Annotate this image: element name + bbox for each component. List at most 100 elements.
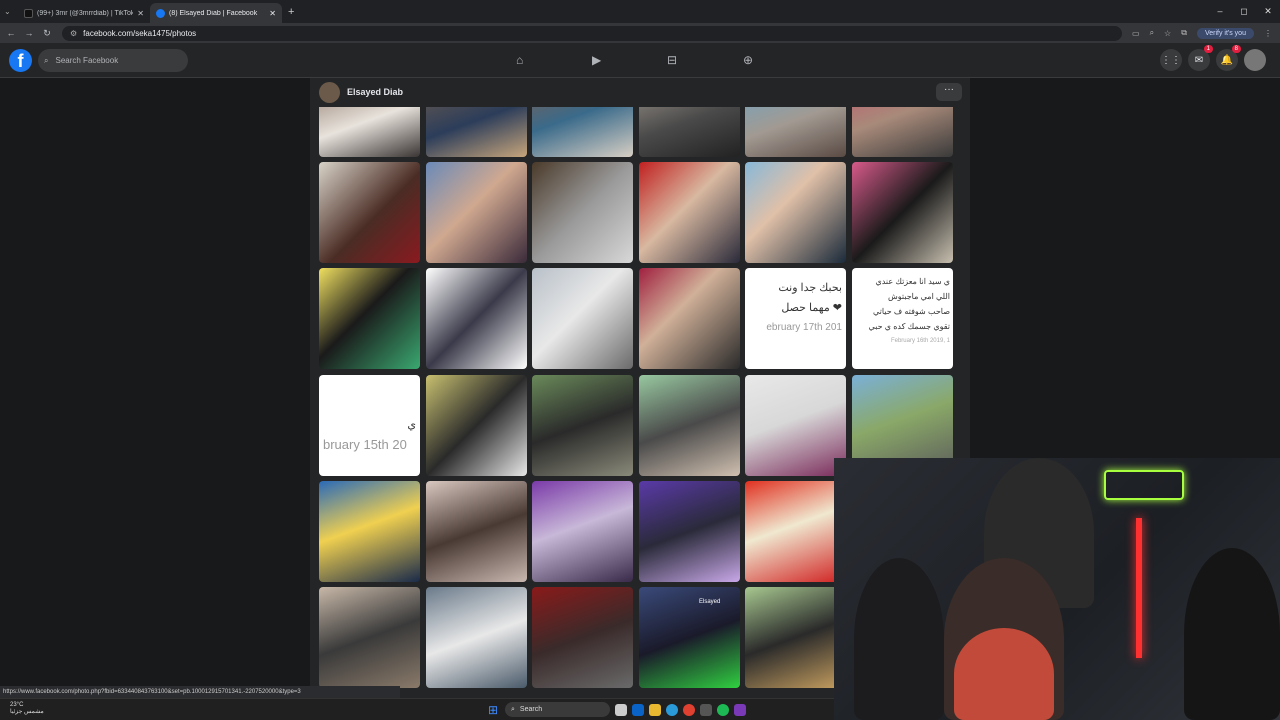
- text-photo[interactable]: ي سيد انا معزتك عندي اللي امي ماجبتوش صا…: [852, 268, 953, 369]
- reload-icon[interactable]: ↻: [40, 28, 54, 39]
- facebook-search[interactable]: ⌕: [38, 49, 188, 72]
- status-bar-url: https://www.facebook.com/photo.php?fbid=…: [0, 686, 400, 698]
- profile-name[interactable]: Elsayed Diab: [347, 87, 403, 97]
- search-icon: ⌕: [511, 705, 515, 713]
- new-tab-button[interactable]: +: [288, 6, 294, 18]
- text-photo-line: تقوي جسمك كده ي حبي: [868, 322, 951, 331]
- extensions-icon[interactable]: ⧉: [1181, 28, 1187, 38]
- profile-avatar[interactable]: [319, 82, 340, 103]
- photo-thumbnail[interactable]: [426, 481, 527, 582]
- photo-thumbnail[interactable]: [745, 162, 846, 263]
- photo-thumbnail[interactable]: [532, 268, 633, 369]
- photo-thumbnail[interactable]: [532, 162, 633, 263]
- zoom-icon[interactable]: ⌕: [1150, 28, 1154, 38]
- windows-start-icon[interactable]: ⊞: [488, 704, 500, 716]
- text-photo-line: ي: [407, 419, 416, 431]
- child-figure: [954, 628, 1054, 720]
- photo-thumbnail[interactable]: [532, 481, 633, 582]
- close-window-icon[interactable]: ✕: [1256, 0, 1280, 23]
- more-options-button[interactable]: ···: [936, 83, 962, 101]
- text-photo-line: اللي امي ماجبتوش: [888, 292, 950, 301]
- photo-thumbnail[interactable]: [639, 375, 740, 476]
- tab-tiktok[interactable]: (99+) 3mr (@3mrrdiab) | TikTok ✕: [18, 3, 150, 23]
- header-actions: ⋮⋮ ✉ 1 🔔 8: [1160, 45, 1266, 71]
- edge-icon[interactable]: [666, 703, 678, 716]
- photo-thumbnail[interactable]: [852, 162, 953, 263]
- marketplace-icon[interactable]: ⊟: [667, 53, 677, 67]
- file-explorer-icon[interactable]: [649, 703, 661, 716]
- text-photo-line: بحبك جدا ونت: [778, 282, 842, 294]
- text-photo-line: ي سيد انا معزتك عندي: [875, 277, 950, 286]
- obs-icon[interactable]: [734, 703, 746, 716]
- photo-thumbnail[interactable]: [319, 107, 420, 157]
- photo-thumbnail[interactable]: [639, 162, 740, 263]
- notifications-icon[interactable]: 🔔 8: [1216, 45, 1241, 71]
- photo-thumbnail[interactable]: [319, 481, 420, 582]
- profile-bar: Elsayed Diab ···: [310, 78, 970, 107]
- photo-thumbnail[interactable]: [426, 375, 527, 476]
- photo-thumbnail[interactable]: [745, 375, 846, 476]
- account-avatar[interactable]: [1244, 49, 1266, 71]
- app-icon[interactable]: [700, 703, 712, 716]
- maximize-icon[interactable]: ◻: [1232, 0, 1256, 23]
- photo-thumbnail[interactable]: [532, 587, 633, 688]
- menu-dots-icon[interactable]: ⋮: [1264, 29, 1272, 38]
- spotify-icon[interactable]: [717, 703, 729, 716]
- text-photo[interactable]: ي bruary 15th 20: [319, 375, 420, 476]
- photo-thumbnail[interactable]: [639, 481, 740, 582]
- webcam-overlay: [834, 458, 1280, 720]
- photo-thumbnail[interactable]: [426, 587, 527, 688]
- close-tab-icon[interactable]: ✕: [269, 9, 276, 18]
- messenger-icon[interactable]: ✉ 1: [1188, 45, 1213, 71]
- photo-thumbnail[interactable]: [745, 107, 846, 157]
- cast-icon[interactable]: ▭: [1132, 29, 1140, 38]
- photo-thumbnail[interactable]: Elsayed: [639, 587, 740, 688]
- bookmark-star-icon[interactable]: ☆: [1164, 29, 1171, 38]
- tab-search-icon[interactable]: ⌄: [4, 7, 18, 16]
- photo-thumbnail[interactable]: [745, 587, 846, 688]
- windows-taskbar: 23°C مشمس جزئيا ⊞ ⌕ Search: [0, 698, 834, 720]
- minimize-icon[interactable]: –: [1208, 0, 1232, 23]
- neon-sign: [1104, 470, 1184, 500]
- photo-thumbnail[interactable]: [532, 375, 633, 476]
- photo-thumbnail[interactable]: [639, 268, 740, 369]
- video-icon[interactable]: ▶: [592, 53, 601, 67]
- photo-thumbnail[interactable]: [426, 107, 527, 157]
- url-text: facebook.com/seka1475/photos: [83, 28, 197, 38]
- taskbar-apps: ⊞ ⌕ Search: [488, 702, 746, 717]
- weather-temp: 23°C: [10, 702, 24, 708]
- photo-thumbnail[interactable]: [852, 107, 953, 157]
- gaming-icon[interactable]: ⊕: [743, 53, 753, 67]
- taskbar-search[interactable]: ⌕ Search: [505, 702, 610, 717]
- photo-thumbnail[interactable]: [319, 162, 420, 263]
- back-icon[interactable]: ←: [4, 28, 18, 38]
- text-photo[interactable]: بحبك جدا ونت مهما حصل ❤ ebruary 17th 201: [745, 268, 846, 369]
- verify-button[interactable]: Verify it's you: [1196, 27, 1254, 39]
- tab-facebook[interactable]: (8) Elsayed Diab | Facebook ✕: [150, 3, 282, 23]
- facebook-icon: [156, 8, 165, 18]
- menu-grid-icon[interactable]: ⋮⋮: [1160, 49, 1182, 71]
- forward-icon[interactable]: →: [22, 28, 36, 38]
- taskbar-search-label: Search: [519, 706, 543, 713]
- home-icon[interactable]: ⌂: [516, 53, 523, 67]
- tab-title: (8) Elsayed Diab | Facebook: [169, 9, 258, 17]
- site-info-icon[interactable]: ⚙: [70, 29, 77, 38]
- photo-thumbnail[interactable]: [426, 268, 527, 369]
- photo-thumbnail[interactable]: [745, 481, 846, 582]
- facebook-header: f ⌕ ⌂ ▶ ⊟ ⊕ ⋮⋮ ✉1 🔔8: [0, 43, 1280, 78]
- photo-thumbnail[interactable]: [319, 587, 420, 688]
- person-figure: [1184, 548, 1280, 720]
- photo-thumbnail[interactable]: [426, 162, 527, 263]
- weather-widget[interactable]: 23°C مشمس جزئيا: [10, 702, 44, 716]
- photo-thumbnail[interactable]: [639, 107, 740, 157]
- outlook-icon[interactable]: [632, 703, 644, 716]
- search-input[interactable]: [53, 55, 164, 66]
- photo-thumbnail[interactable]: [532, 107, 633, 157]
- url-field[interactable]: ⚙ facebook.com/seka1475/photos: [62, 25, 1122, 41]
- photo-thumbnail[interactable]: [319, 268, 420, 369]
- text-photo-line: مهما حصل ❤: [781, 302, 842, 314]
- facebook-logo[interactable]: f: [9, 49, 32, 72]
- task-view-icon[interactable]: [615, 703, 627, 716]
- close-tab-icon[interactable]: ✕: [137, 9, 144, 18]
- chrome-icon[interactable]: [683, 703, 695, 716]
